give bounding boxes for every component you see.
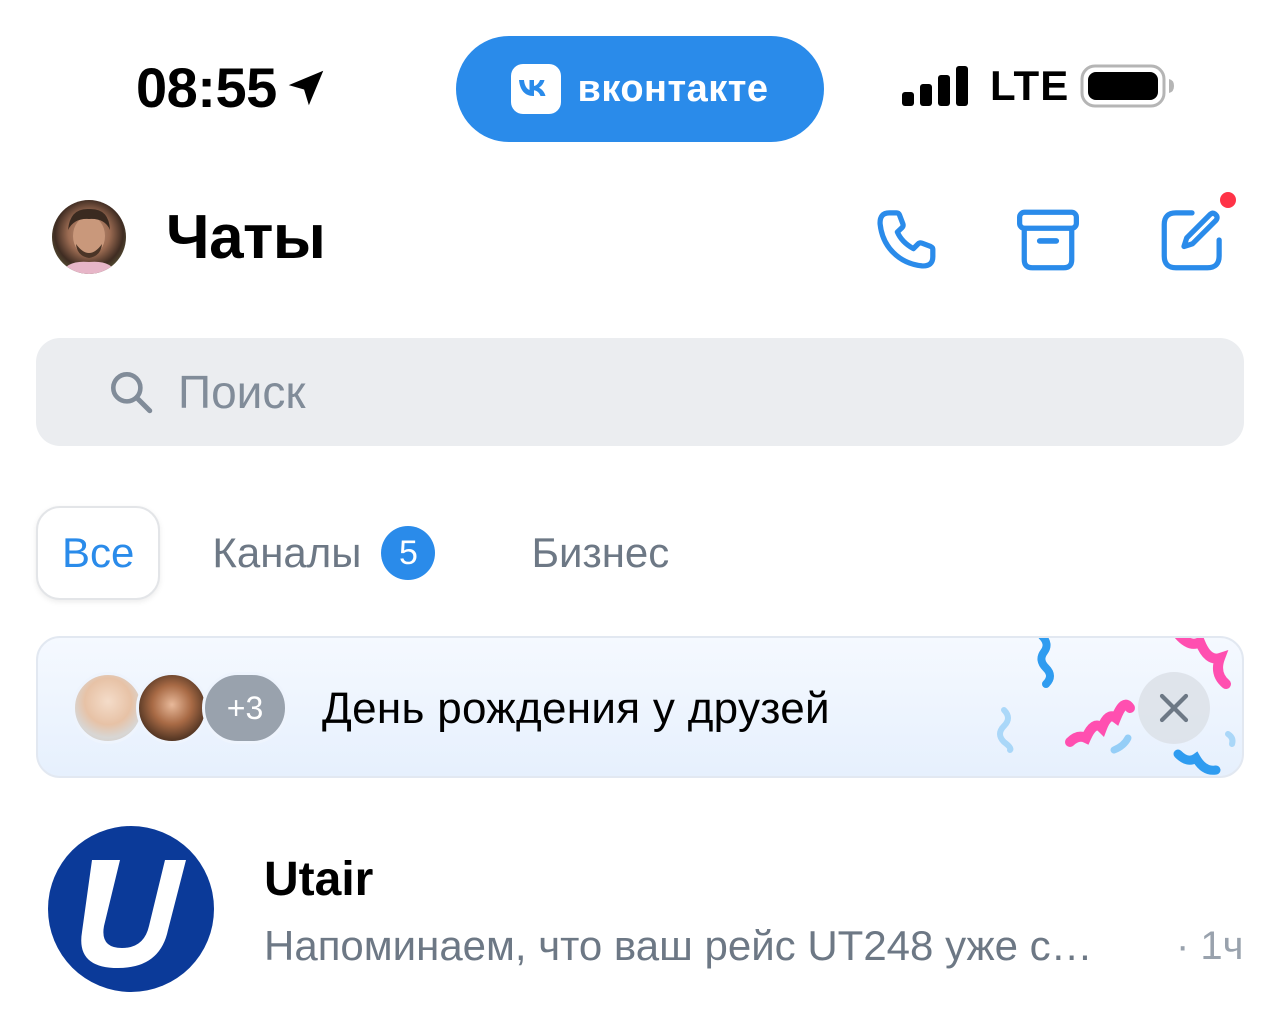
chat-last-message: Напоминаем, что ваш рейс UT248 уже с… — [264, 922, 1093, 969]
profile-avatar-image — [62, 208, 116, 274]
close-icon — [1159, 693, 1189, 723]
phone-icon — [877, 210, 936, 269]
profile-avatar[interactable] — [52, 200, 126, 274]
close-banner-button[interactable] — [1138, 672, 1210, 744]
network-type: LTE — [990, 62, 1070, 109]
vk-logo-icon — [511, 64, 562, 114]
vk-app-pill[interactable]: вконтакте — [456, 36, 824, 142]
archive-icon — [1017, 209, 1079, 271]
friend-avatar — [136, 672, 208, 744]
search-bar[interactable] — [36, 338, 1244, 446]
signal-bars-icon — [902, 66, 968, 106]
chats-screen: 08:55 вконтакте LTE Чаты Поиск Все Канал… — [0, 0, 1280, 1017]
page-title: Чаты — [166, 203, 326, 272]
birthday-banner[interactable]: +3 День рождения у друзей — [36, 636, 1244, 778]
tab-all-label: Все — [62, 529, 135, 576]
status-time-group: 08:55 — [136, 58, 329, 118]
new-chat-button[interactable] — [1152, 192, 1236, 280]
vk-app-label: вконтакте — [577, 67, 769, 110]
unread-badge: 5 — [381, 526, 436, 580]
tab-channels[interactable]: Каналы 5 — [188, 506, 459, 600]
chat-filter-tabs: Все Каналы 5 Бизнес — [36, 506, 693, 600]
chat-name: Utair — [264, 853, 374, 906]
battery-icon — [1080, 64, 1174, 108]
chat-list-item[interactable]: Utair Напоминаем, что ваш рейс UT248 уже… — [0, 810, 1280, 1017]
utair-logo-icon — [48, 826, 214, 992]
status-time: 08:55 — [136, 56, 277, 119]
compose-icon — [1161, 210, 1222, 271]
notification-dot — [1220, 192, 1236, 208]
tab-business-label: Бизнес — [531, 529, 670, 576]
friend-avatar — [72, 672, 144, 744]
status-bar: 08:55 вконтакте LTE — [0, 0, 1280, 170]
tab-all[interactable]: Все — [36, 506, 161, 600]
tab-channels-label: Каналы — [212, 529, 362, 576]
more-friends-counter: +3 — [202, 672, 288, 744]
chat-time: · 1ч — [1176, 924, 1244, 968]
archive-button[interactable] — [1008, 200, 1088, 280]
chats-header: Чаты — [0, 170, 1280, 310]
search-input[interactable] — [178, 365, 1078, 419]
tab-business[interactable]: Бизнес — [507, 506, 693, 600]
calls-button[interactable] — [866, 200, 946, 280]
location-arrow-icon — [288, 70, 323, 106]
birthday-banner-text: День рождения у друзей — [322, 684, 830, 733]
search-icon — [111, 372, 153, 414]
